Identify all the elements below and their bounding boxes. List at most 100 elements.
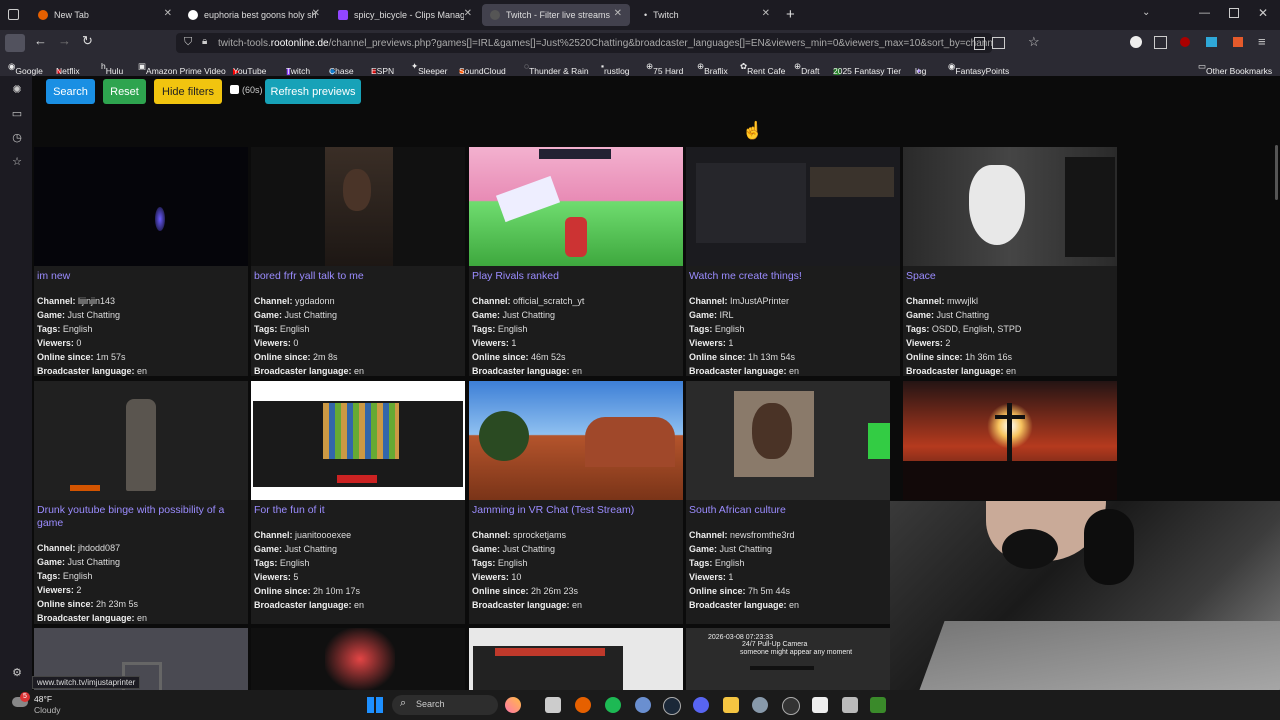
tab-new-tab[interactable]: New Tab ✕ [30,4,180,26]
other-bookmarks[interactable]: ▭ Other Bookmarks [1198,61,1272,76]
back-icon[interactable]: ← [34,33,47,48]
reload-icon[interactable]: ↻ [82,33,93,49]
tab-list-chevron-icon[interactable]: ⌄ [1142,7,1150,18]
pip-icon[interactable] [992,37,1005,49]
stream-title[interactable]: Space [906,270,1114,283]
scrollbar-thumb[interactable] [1275,145,1278,200]
tab-twitch[interactable]: • Twitch ✕ [636,4,778,26]
hide-filters-button[interactable]: Hide filters [154,79,222,104]
window-close-icon[interactable]: ✕ [1258,6,1268,20]
ai-chatbot-icon[interactable]: ✺ [11,84,23,96]
reset-button[interactable]: Reset [103,79,146,104]
tab-google[interactable]: euphoria best goons holy shbit ✕ [180,4,328,26]
menu-icon[interactable]: ≡ [1258,34,1266,49]
stream-card[interactable]: Jamming in VR Chat (Test Stream) Channel… [469,381,683,624]
stream-thumbnail[interactable] [251,381,465,500]
bookmark-thunder-rain[interactable]: ◌ Thunder & Rain [524,61,589,76]
stream-title[interactable]: bored frfr yall talk to me [254,270,462,283]
bookmark-google[interactable]: ◉ Google [8,61,43,76]
forward-icon[interactable]: → [58,33,71,48]
extension-icon[interactable] [1130,36,1142,48]
stream-card[interactable]: bored frfr yall talk to me Channel: ygda… [251,147,465,376]
stream-title[interactable]: Play Rivals ranked [472,270,680,283]
stream-card[interactable]: im new Channel: lijinjin143 Game: Just C… [34,147,248,376]
stream-title[interactable]: Jamming in VR Chat (Test Stream) [472,504,680,517]
steam-icon[interactable] [663,697,681,715]
stream-thumbnail[interactable] [686,381,890,500]
bookmark-draft[interactable]: ⊕ Draft [794,61,820,76]
stream-thumbnail[interactable] [903,147,1117,266]
minimize-icon[interactable]: — [1199,7,1210,19]
stream-thumbnail[interactable] [34,147,248,266]
sidebar-toggle-icon[interactable] [5,34,25,52]
new-tab-plus-icon[interactable]: + [786,6,795,23]
file-explorer-icon[interactable] [723,697,739,713]
url-bar[interactable]: ⛉ 🔒︎ twitch-tools. rootonline.de/channel_… [176,33,992,53]
stream-card[interactable] [903,381,1117,500]
stream-thumbnail[interactable] [251,628,465,690]
bookmark-rent-cafe[interactable]: ✿ Rent Cafe [740,61,785,76]
stream-title[interactable]: Watch me create things! [689,270,897,283]
task-view-icon[interactable] [545,697,561,713]
stream-thumbnail[interactable]: 2026-03-08 07:23:33 24/7 Pull-Up Camera … [686,628,890,690]
extension-blue-icon[interactable] [1206,37,1217,47]
firefox-taskbar-icon[interactable] [575,697,591,713]
stream-card[interactable] [469,628,683,690]
spotify-icon[interactable] [605,697,621,713]
close-icon[interactable]: ✕ [762,8,770,19]
history-icon[interactable]: ◷ [11,132,23,144]
close-icon[interactable]: ✕ [312,8,320,19]
bookmarks-icon[interactable]: ☆ [11,156,23,168]
settings-icon[interactable] [752,697,768,713]
close-icon[interactable]: ✕ [464,8,472,19]
stream-thumbnail[interactable] [469,628,683,690]
stream-card[interactable]: Space Channel: mwwjlkl Game: Just Chatti… [903,147,1117,376]
synced-tabs-icon[interactable]: ▭ [11,108,23,120]
refresh-previews-button[interactable]: Refresh previews [265,79,361,104]
stream-thumbnail[interactable] [251,147,465,266]
obs-icon[interactable] [782,697,800,715]
stream-thumbnail[interactable] [34,381,248,500]
stream-card[interactable]: For the fun of it Channel: juanitoooexee… [251,381,465,624]
app-icon[interactable] [635,697,651,713]
taskbar-search-box[interactable] [392,695,498,715]
maximize-icon[interactable] [1229,8,1239,18]
reader-view-icon[interactable] [974,37,985,50]
bookmark-braflix[interactable]: ⊕ Braflix [697,61,728,76]
stream-card[interactable]: South African culture Channel: newsfromt… [686,381,890,624]
tab-filter-live-streams[interactable]: Twitch - Filter live streams ✕ [482,4,630,26]
close-icon[interactable]: ✕ [164,8,172,19]
bookmark-75-hard[interactable]: ⊕ 75 Hard [646,61,683,76]
bookmark-rustlog[interactable]: ▪ rustlog [601,61,630,76]
stream-title[interactable]: For the fun of it [254,504,462,517]
stream-thumbnail[interactable] [686,147,900,266]
stream-card[interactable]: Play Rivals ranked Channel: official_scr… [469,147,683,376]
auto-refresh-checkbox[interactable] [230,85,239,94]
bookmark-sleeper[interactable]: ✦ Sleeper [411,61,447,76]
search-button[interactable]: Search [46,79,95,104]
minecraft-icon[interactable] [870,697,886,713]
stream-title[interactable]: South African culture [689,504,897,517]
stream-card[interactable] [251,628,465,690]
windows-start-icon[interactable] [367,697,383,713]
close-icon[interactable]: ✕ [614,8,622,19]
ublock-icon[interactable] [1180,37,1190,47]
bookmark-star-icon[interactable]: ☆ [1028,34,1040,50]
bookmark-hulu[interactable]: h Hulu [101,61,123,76]
stream-card[interactable]: Drunk youtube binge with possibility of … [34,381,248,624]
stream-thumbnail[interactable] [903,381,1117,500]
puzzle-icon[interactable] [1154,36,1167,49]
stream-title[interactable]: Drunk youtube binge with possibility of … [37,504,245,530]
bookmark-amazon[interactable]: ▣ Amazon Prime Video [138,61,226,76]
copilot-icon[interactable] [505,697,521,713]
bookmark-fantasypoints[interactable]: ◉ FantasyPoints [948,61,1009,76]
extension-orange-icon[interactable] [1233,37,1243,47]
stream-thumbnail[interactable] [469,381,683,500]
stream-card[interactable]: 2026-03-08 07:23:33 24/7 Pull-Up Camera … [686,628,890,690]
stream-card[interactable]: Watch me create things! Channel: ImJustA… [686,147,900,376]
sidebar-settings-icon[interactable]: ⚙ [11,667,23,679]
tab-clips-manager[interactable]: spicy_bicycle - Clips Manager -✕ [330,4,480,26]
app-tool-icon[interactable] [842,697,858,713]
discord-icon[interactable] [693,697,709,713]
tab-overview-icon[interactable] [8,9,19,20]
